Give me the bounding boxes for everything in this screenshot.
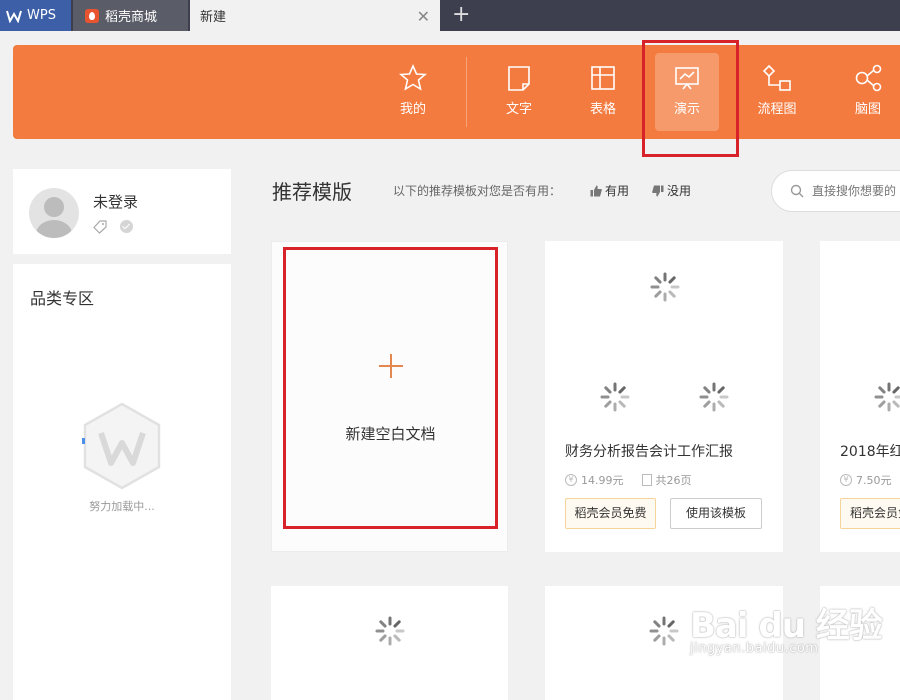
nav-spreadsheet[interactable]: 表格 (571, 53, 635, 131)
useless-button[interactable]: 没用 (652, 182, 691, 199)
template-card[interactable] (271, 586, 508, 700)
loading-spinner-icon (375, 616, 405, 646)
tab-new[interactable]: 新建 ✕ (190, 0, 440, 31)
nav-mindmap-label: 脑图 (854, 102, 881, 117)
tab-new-label: 新建 (200, 10, 227, 25)
template-search[interactable] (771, 170, 900, 212)
member-free-button[interactable]: 稻壳会员免费 (565, 498, 656, 529)
flowchart-icon (762, 64, 791, 91)
highlight-box-blank-document (283, 247, 498, 529)
star-icon (399, 64, 427, 91)
nav-divider (466, 57, 467, 127)
template-title[interactable]: 2018年红 (840, 441, 900, 461)
tab-docer-shop-label: 稻壳商城 (105, 10, 158, 25)
doc-type-bar: 我的 文字 表格 演示 流程图 脑图 (13, 45, 900, 139)
nav-writer[interactable]: 文字 (487, 53, 551, 131)
template-price: 14.99元 (581, 474, 624, 487)
nav-mine-label: 我的 (399, 102, 426, 117)
loading-spinner-icon (699, 382, 729, 412)
baidu-jingyan-watermark: Bai du 经验 jingyan.baidu.com (690, 598, 883, 656)
tab-wps-label: WPS (27, 8, 56, 23)
highlight-box-presentation (642, 40, 739, 157)
section-title: 推荐模版 (272, 180, 352, 204)
mindmap-icon (855, 64, 882, 92)
loading-spinner-icon (874, 382, 900, 412)
useless-label: 没用 (667, 184, 692, 198)
use-template-button[interactable]: 使用该模板 (670, 498, 762, 529)
thumbs-up-icon (590, 185, 602, 196)
price-icon: ¥ (840, 474, 852, 486)
add-tab-button[interactable]: + (452, 2, 470, 27)
nav-spreadsheet-label: 表格 (589, 102, 616, 117)
template-card[interactable]: 财务分析报告会计工作汇报 ¥ 14.99元 共26页 稻壳会员免费 使用该模板 (545, 241, 783, 552)
template-card[interactable]: 2018年红 ¥ 7.50元 稻壳会员免 (820, 241, 900, 552)
nav-mine[interactable]: 我的 (381, 53, 445, 131)
template-pages: 共26页 (655, 474, 692, 487)
loading-text: 努力加载中... (89, 500, 155, 513)
docer-logo-icon (85, 8, 99, 23)
loading-spinner-icon (649, 616, 679, 646)
nav-writer-label: 文字 (505, 102, 532, 117)
search-icon (790, 184, 804, 198)
doc-icon (508, 66, 530, 91)
category-title: 品类专区 (30, 289, 95, 308)
template-meta: ¥ 7.50元 (840, 472, 892, 488)
nav-flowchart[interactable]: 流程图 (745, 53, 809, 131)
wps-loading-logo-icon (82, 402, 161, 490)
useful-label: 有用 (605, 184, 630, 198)
member-free-button[interactable]: 稻壳会员免 (840, 498, 900, 529)
template-price: 7.50元 (856, 474, 892, 487)
pages-icon (641, 474, 652, 486)
category-panel: 品类专区 努力加载中... (13, 264, 231, 700)
user-panel: 未登录 (13, 169, 231, 254)
thumbs-down-icon (652, 185, 664, 196)
loading-spinner-icon (650, 272, 680, 302)
login-status[interactable]: 未登录 (93, 191, 138, 212)
avatar[interactable] (29, 188, 79, 238)
template-title[interactable]: 财务分析报告会计工作汇报 (565, 441, 733, 461)
search-input[interactable] (812, 182, 900, 200)
nav-flowchart-label: 流程图 (757, 102, 797, 117)
template-meta: ¥ 14.99元 共26页 (565, 472, 692, 488)
feedback-question: 以下的推荐模板对您是否有用： (393, 184, 562, 198)
useful-button[interactable]: 有用 (590, 182, 629, 199)
tab-wps[interactable]: WPS (0, 0, 71, 31)
price-icon: ¥ (565, 474, 577, 486)
table-icon (591, 66, 615, 90)
tab-bar: WPS 稻壳商城 新建 ✕ + (0, 0, 900, 31)
watermark-main: Bai du 经验 (690, 606, 883, 646)
verified-icon (120, 220, 133, 233)
close-icon[interactable]: ✕ (417, 7, 430, 26)
loading-spinner-icon (600, 382, 630, 412)
tag-icon (93, 220, 107, 234)
tab-docer-shop[interactable]: 稻壳商城 (73, 0, 188, 31)
nav-mindmap[interactable]: 脑图 (836, 53, 900, 131)
wps-logo-icon (6, 10, 22, 23)
